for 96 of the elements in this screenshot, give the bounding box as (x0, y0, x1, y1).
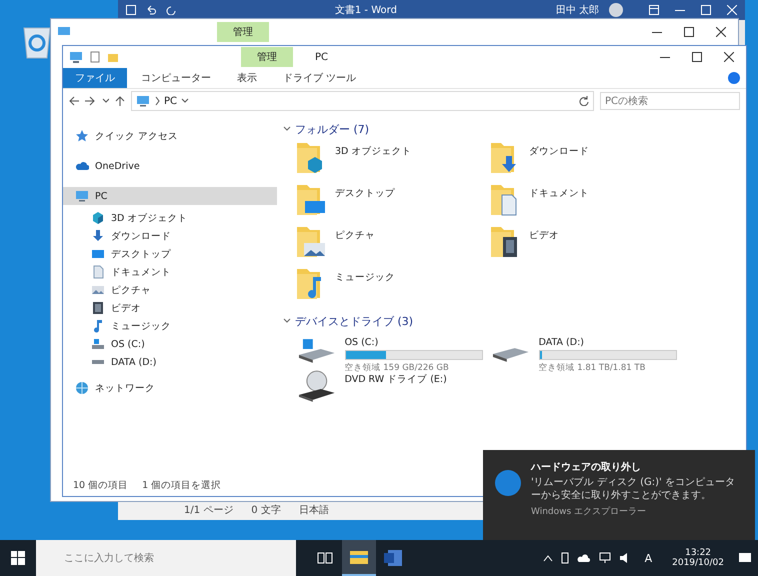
ribbon-tab[interactable]: ファイル (63, 68, 127, 88)
group-header[interactable]: フォルダー (7) (283, 121, 746, 137)
chevron-icon (283, 125, 291, 133)
notification-title: ハードウェアの取り外し (531, 460, 642, 474)
chevron-up-icon[interactable] (542, 554, 553, 562)
film-icon (91, 301, 105, 315)
close-button[interactable] (724, 52, 734, 62)
computer-icon (57, 26, 71, 38)
refresh-icon[interactable] (579, 96, 589, 106)
redo-icon[interactable] (166, 5, 176, 15)
ribbon-display-button[interactable] (649, 5, 659, 15)
sidebar-item[interactable]: 3D オブジェクト (63, 209, 277, 227)
status-text: 10 個の項目 (73, 478, 128, 492)
drive-label[interactable]: DATA (D:) (538, 333, 677, 348)
folder-label[interactable]: ドキュメント (529, 183, 589, 200)
status-text: 0 文字 (251, 504, 281, 517)
context-tab[interactable]: 管理 (241, 47, 293, 67)
sidebar-item[interactable]: クイック アクセス (63, 127, 277, 145)
disc-drive-icon (297, 369, 337, 403)
free-space-text: 空き領域 1.81 TB/1.81 TB (538, 362, 646, 374)
user-name[interactable]: 田中 太郎 (556, 3, 599, 17)
save-icon[interactable] (126, 5, 136, 15)
cloud-icon (75, 159, 89, 173)
sidebar-item[interactable]: OS (C:) (63, 335, 277, 353)
maximize-button[interactable] (692, 52, 702, 62)
sidebar-item[interactable]: ネットワーク (63, 379, 277, 397)
cube-icon (91, 211, 105, 225)
sidebar-item[interactable]: デスクトップ (63, 245, 277, 263)
music-note-icon (91, 319, 105, 333)
network-icon (75, 381, 89, 395)
sidebar-item[interactable]: ビデオ (63, 299, 277, 317)
picture-icon (91, 283, 105, 297)
ime-mode-button[interactable]: A (638, 550, 658, 566)
document-icon (91, 265, 105, 279)
windows-logo-icon (11, 551, 25, 565)
close-button[interactable] (716, 27, 726, 37)
sidebar-item[interactable]: PC (63, 187, 277, 205)
ribbon-tab[interactable]: コンピューター (129, 68, 223, 88)
computer-icon (136, 94, 150, 108)
folder-label[interactable]: ダウンロード (529, 141, 589, 158)
clock[interactable]: 13:22 2019/10/02 (666, 547, 730, 569)
status-text: 日本語 (298, 504, 329, 517)
undo-icon[interactable] (146, 5, 156, 15)
word-app-icon (384, 550, 402, 566)
sidebar-item[interactable]: ダウンロード (63, 227, 277, 245)
back-arrow-icon[interactable] (69, 96, 79, 106)
group-header[interactable]: デバイスとドライブ (3) (283, 313, 746, 329)
status-text: 1 個の項目を選択 (142, 478, 222, 492)
folder-label[interactable]: ピクチャ (335, 225, 375, 242)
task-view-icon (317, 551, 333, 565)
action-center-icon[interactable] (738, 552, 752, 564)
chevron-icon[interactable] (154, 96, 160, 106)
folder-label[interactable]: 3D オブジェクト (335, 141, 412, 158)
monitor-icon (91, 247, 105, 261)
drive-icon (91, 337, 105, 351)
window-title: 文書1 - Word (334, 4, 398, 17)
sidebar-item[interactable]: DATA (D:) (63, 353, 277, 371)
taskbar-app-button[interactable] (342, 540, 376, 576)
status-text: 1/1 ページ (184, 504, 234, 517)
help-icon[interactable] (728, 72, 740, 84)
taskbar-search-field[interactable]: ここに入力して検索 (36, 540, 296, 576)
folder-icon (297, 183, 327, 217)
sidebar-item[interactable]: ピクチャ (63, 281, 277, 299)
avatar-icon[interactable] (609, 3, 623, 17)
window-title: PC (315, 52, 328, 62)
folder-label[interactable]: ビデオ (529, 225, 559, 242)
folder-icon (350, 550, 368, 564)
notification-source: Windows エクスプローラー (531, 505, 648, 518)
search-field[interactable]: PCの検索 (600, 92, 740, 110)
computer-icon (69, 51, 83, 63)
folder-icon (297, 225, 327, 259)
properties-icon[interactable] (89, 51, 101, 63)
free-space-text: 空き領域 159 GB/226 GB (344, 362, 450, 374)
notification-message: 'リムーバブル ディスク (G:)' をコンピューターから安全に取り外すことができます。 (531, 477, 736, 502)
computer-icon (75, 189, 89, 203)
maximize-button[interactable] (684, 27, 694, 37)
info-icon (495, 470, 521, 496)
forward-arrow-icon[interactable] (85, 96, 95, 106)
folder-label[interactable]: ミュージック (335, 267, 395, 284)
context-tab[interactable]: 管理 (217, 22, 269, 42)
notification-toast[interactable]: ハードウェアの取り外し 'リムーバブル ディスク (G:)' をコンピューターから安全に取り外すことができます。 Windows エクスプローラー (483, 450, 755, 540)
download-icon (91, 229, 105, 243)
ribbon-tab[interactable]: ドライブ ツール (271, 68, 368, 88)
drive-label[interactable]: OS (C:) (344, 333, 483, 348)
sidebar-item[interactable]: OneDrive (63, 157, 277, 175)
address-bar[interactable]: PC (131, 91, 594, 111)
network-icon[interactable] (598, 552, 611, 564)
cloud-icon[interactable] (576, 553, 591, 563)
drive-icon (491, 347, 531, 363)
star-icon (75, 129, 89, 143)
sidebar-item[interactable]: ドキュメント (63, 263, 277, 281)
sidebar-item[interactable]: ミュージック (63, 317, 277, 335)
up-arrow-icon[interactable] (115, 96, 125, 106)
folder-label[interactable]: デスクトップ (335, 183, 395, 200)
chevron-icon (283, 317, 291, 325)
ribbon-tab[interactable]: 表示 (225, 68, 269, 88)
